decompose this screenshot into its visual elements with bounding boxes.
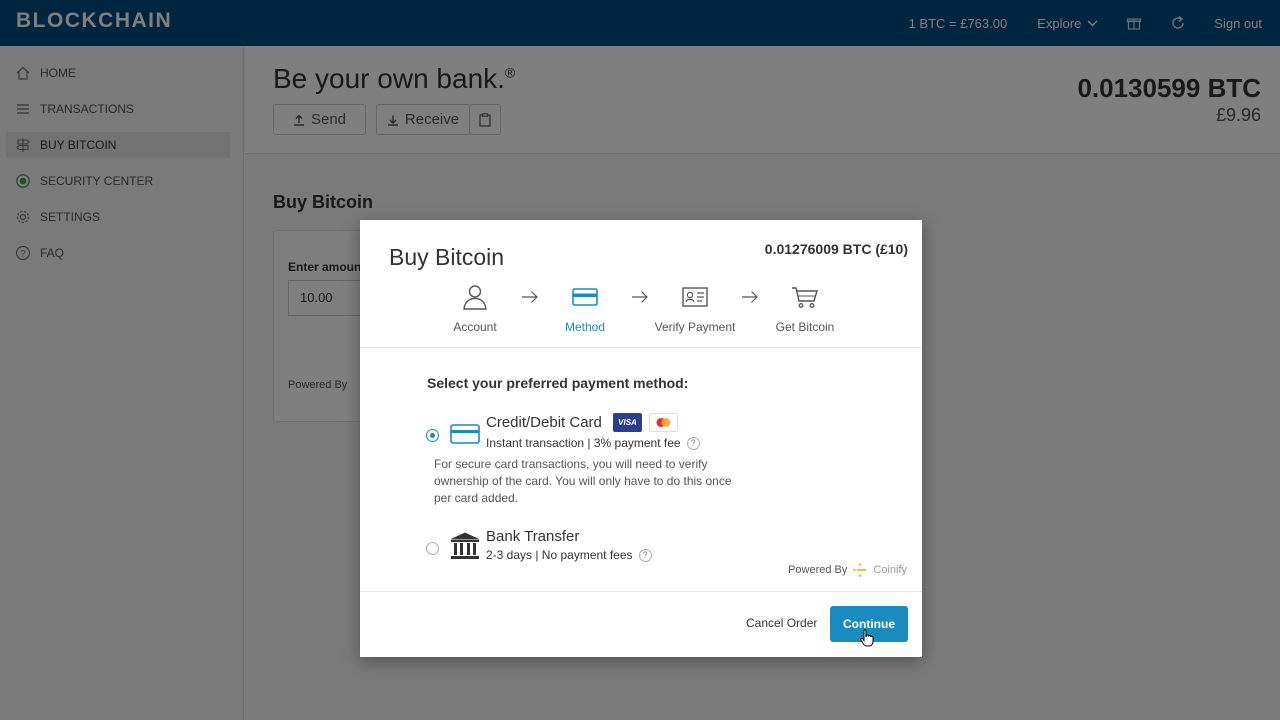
powered-by-label: Powered By bbox=[788, 564, 848, 576]
step-label: Verify Payment bbox=[654, 320, 736, 334]
bank-option-details: 2-3 days | No payment fees ? bbox=[486, 548, 652, 562]
coinify-logo-icon bbox=[853, 563, 867, 577]
hand-cursor-icon bbox=[860, 629, 874, 647]
step-get-bitcoin: Get Bitcoin bbox=[755, 282, 855, 334]
bank-icon bbox=[451, 532, 479, 559]
step-verify-payment: Verify Payment bbox=[645, 282, 745, 334]
step-label: Method bbox=[564, 320, 606, 334]
step-method: Method bbox=[535, 282, 635, 334]
payment-method-prompt: Select your preferred payment method: bbox=[427, 375, 689, 391]
buy-bitcoin-modal: Buy Bitcoin 0.01276009 BTC (£10) Account… bbox=[360, 220, 922, 657]
credit-card-icon bbox=[450, 424, 480, 444]
card-radio[interactable] bbox=[426, 429, 439, 442]
help-icon[interactable]: ? bbox=[638, 548, 652, 562]
coinify-label: Coinify bbox=[873, 564, 907, 576]
id-card-icon bbox=[645, 282, 745, 312]
card-option-description: For secure card transactions, you will n… bbox=[434, 457, 732, 505]
user-icon bbox=[425, 282, 525, 312]
step-label: Get Bitcoin bbox=[775, 320, 835, 334]
step-label: Account bbox=[453, 320, 497, 334]
btc-amount: 0.01276009 BTC (£10) bbox=[764, 241, 908, 257]
credit-card-icon bbox=[535, 282, 635, 312]
card-option-details: Instant transaction | 3% payment fee ? bbox=[486, 436, 700, 450]
bank-option-sub: 2-3 days | No payment fees bbox=[486, 548, 633, 562]
powered-by: Powered By Coinify bbox=[788, 562, 907, 578]
visa-logo: VISA bbox=[613, 413, 642, 432]
cart-icon bbox=[755, 282, 855, 312]
mastercard-logo bbox=[649, 413, 678, 432]
divider bbox=[360, 347, 922, 348]
bank-radio[interactable] bbox=[426, 542, 439, 555]
divider bbox=[360, 591, 922, 592]
cancel-order-button[interactable]: Cancel Order bbox=[746, 616, 817, 630]
bank-option-name[interactable]: Bank Transfer bbox=[486, 528, 579, 545]
card-option-name[interactable]: Credit/Debit Card bbox=[486, 414, 602, 431]
step-account: Account bbox=[425, 282, 525, 334]
modal-title: Buy Bitcoin bbox=[389, 244, 505, 270]
help-icon[interactable]: ? bbox=[686, 436, 700, 450]
card-option-sub: Instant transaction | 3% payment fee bbox=[486, 436, 681, 450]
